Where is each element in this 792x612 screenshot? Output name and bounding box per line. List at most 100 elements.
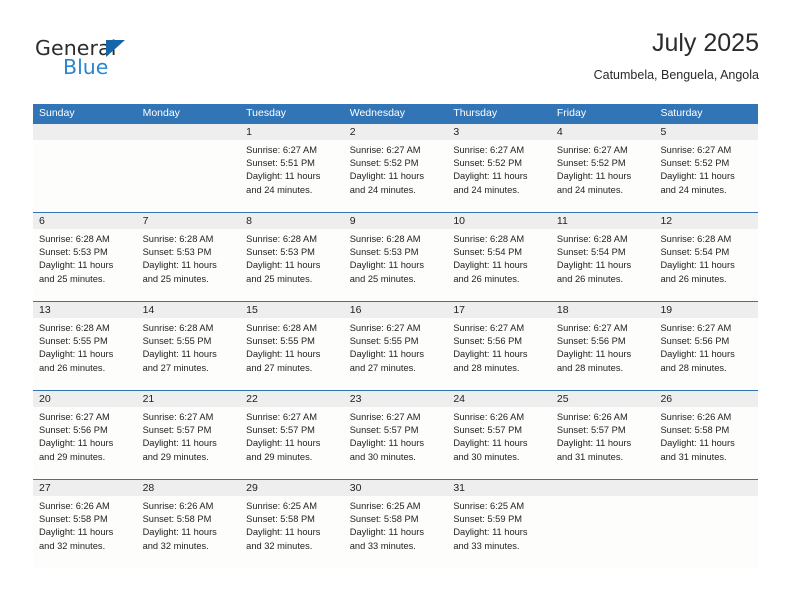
day-number: 17 [453, 304, 465, 316]
daylight-text-line2: and 30 minutes. [453, 451, 520, 462]
sunrise-text: Sunrise: 6:28 AM [246, 234, 317, 244]
sunrise-text: Sunrise: 6:28 AM [660, 234, 732, 244]
sunrise-text: Sunrise: 6:27 AM [349, 145, 421, 155]
daylight-text-line2: and 33 minutes. [349, 540, 416, 551]
sunrise-text: Sunrise: 6:28 AM [142, 323, 214, 333]
day-cell[interactable]: Sunrise: 6:28 AM Sunset: 5:54 PM Dayligh… [551, 229, 655, 301]
day-cell[interactable]: Sunrise: 6:28 AM Sunset: 5:53 PM Dayligh… [344, 229, 448, 301]
day-cell[interactable]: Sunrise: 6:27 AM Sunset: 5:52 PM Dayligh… [654, 140, 758, 212]
day-cell[interactable]: Sunrise: 6:27 AM Sunset: 5:51 PM Dayligh… [240, 140, 344, 212]
triangle-logo-icon [106, 40, 125, 57]
daylight-text-line2: and 25 minutes. [142, 273, 209, 284]
daylight-text-line2: and 25 minutes. [246, 273, 313, 284]
day-info-band: Sunrise: 6:28 AM Sunset: 5:53 PM Dayligh… [33, 229, 758, 301]
sunrise-text: Sunrise: 6:27 AM [142, 412, 214, 422]
day-number [551, 480, 655, 496]
daylight-text-line1: Daylight: 11 hours [246, 171, 321, 182]
daylight-text-line2: and 26 minutes. [660, 273, 727, 284]
day-cell[interactable]: Sunrise: 6:28 AM Sunset: 5:55 PM Dayligh… [240, 318, 344, 390]
day-cell[interactable]: Sunrise: 6:25 AM Sunset: 5:58 PM Dayligh… [240, 496, 344, 568]
sunrise-text: Sunrise: 6:27 AM [246, 412, 317, 422]
sunrise-text: Sunrise: 6:28 AM [453, 234, 525, 244]
day-cell[interactable]: Sunrise: 6:27 AM Sunset: 5:56 PM Dayligh… [551, 318, 655, 390]
day-cell[interactable]: Sunrise: 6:27 AM Sunset: 5:55 PM Dayligh… [344, 318, 448, 390]
brand-name-blue: Blue [63, 55, 109, 79]
day-cell[interactable]: Sunrise: 6:25 AM Sunset: 5:58 PM Dayligh… [344, 496, 448, 568]
sunset-text: Sunset: 5:52 PM [453, 158, 523, 169]
daylight-text-line2: and 27 minutes. [142, 362, 209, 373]
sunrise-text: Sunrise: 6:27 AM [660, 323, 732, 333]
day-cell[interactable]: Sunrise: 6:28 AM Sunset: 5:53 PM Dayligh… [33, 229, 137, 301]
sunset-text: Sunset: 5:57 PM [142, 425, 212, 436]
week-row: 1 2 3 4 5 Sunrise: 6:27 AM Sunset: 5:51 … [33, 123, 758, 212]
daylight-text-line2: and 27 minutes. [349, 362, 416, 373]
sunset-text: Sunset: 5:54 PM [660, 247, 730, 258]
day-cell[interactable] [551, 496, 655, 568]
daylight-text-line1: Daylight: 11 hours [142, 527, 217, 538]
day-number: 27 [39, 482, 51, 494]
day-cell[interactable]: Sunrise: 6:26 AM Sunset: 5:57 PM Dayligh… [551, 407, 655, 479]
day-cell[interactable]: Sunrise: 6:28 AM Sunset: 5:54 PM Dayligh… [447, 229, 551, 301]
daylight-text-line1: Daylight: 11 hours [39, 438, 114, 449]
daylight-text-line1: Daylight: 11 hours [453, 527, 528, 538]
day-cell[interactable]: Sunrise: 6:27 AM Sunset: 5:52 PM Dayligh… [344, 140, 448, 212]
day-cell[interactable]: Sunrise: 6:27 AM Sunset: 5:57 PM Dayligh… [137, 407, 241, 479]
day-cell[interactable]: Sunrise: 6:28 AM Sunset: 5:53 PM Dayligh… [240, 229, 344, 301]
daylight-text-line1: Daylight: 11 hours [349, 349, 424, 360]
day-cell[interactable]: Sunrise: 6:27 AM Sunset: 5:56 PM Dayligh… [654, 318, 758, 390]
day-cell[interactable]: Sunrise: 6:27 AM Sunset: 5:57 PM Dayligh… [344, 407, 448, 479]
daylight-text-line1: Daylight: 11 hours [556, 349, 632, 360]
daylight-text-line1: Daylight: 11 hours [39, 527, 114, 538]
brand-logo[interactable]: General Blue [35, 38, 215, 88]
sunset-text: Sunset: 5:51 PM [246, 158, 315, 169]
day-number: 13 [39, 304, 51, 316]
page-title: July 2025 [651, 29, 759, 57]
day-cell[interactable]: Sunrise: 6:28 AM Sunset: 5:54 PM Dayligh… [654, 229, 758, 301]
daylight-text-line1: Daylight: 11 hours [556, 438, 632, 449]
day-cell[interactable] [33, 140, 137, 212]
day-info-band: Sunrise: 6:26 AM Sunset: 5:58 PM Dayligh… [33, 496, 758, 568]
day-cell[interactable]: Sunrise: 6:28 AM Sunset: 5:53 PM Dayligh… [137, 229, 241, 301]
daylight-text-line1: Daylight: 11 hours [39, 260, 114, 271]
day-number: 6 [39, 215, 45, 227]
day-number: 20 [39, 393, 51, 405]
day-cell[interactable]: Sunrise: 6:27 AM Sunset: 5:52 PM Dayligh… [551, 140, 655, 212]
day-cell[interactable]: Sunrise: 6:27 AM Sunset: 5:56 PM Dayligh… [33, 407, 137, 479]
day-cell[interactable]: Sunrise: 6:26 AM Sunset: 5:58 PM Dayligh… [654, 407, 758, 479]
daylight-text-line1: Daylight: 11 hours [453, 260, 528, 271]
page-header: General Blue July 2025 Catumbela, Bengue… [33, 29, 759, 96]
sunrise-text: Sunrise: 6:27 AM [556, 145, 628, 155]
day-cell[interactable]: Sunrise: 6:28 AM Sunset: 5:55 PM Dayligh… [33, 318, 137, 390]
day-number: 28 [142, 482, 155, 494]
weekday-header-monday: Monday [142, 107, 180, 119]
sunrise-text: Sunrise: 6:27 AM [453, 145, 525, 155]
daylight-text-line2: and 28 minutes. [556, 362, 624, 373]
day-cell[interactable] [654, 496, 758, 568]
day-cell[interactable] [137, 140, 241, 212]
day-cell[interactable]: Sunrise: 6:27 AM Sunset: 5:52 PM Dayligh… [447, 140, 551, 212]
sunset-text: Sunset: 5:58 PM [39, 514, 108, 525]
daylight-text-line1: Daylight: 11 hours [349, 260, 424, 271]
daylight-text-line1: Daylight: 11 hours [660, 349, 735, 360]
day-number: 2 [349, 126, 356, 138]
day-number-band: 27 28 29 30 31 [33, 480, 758, 496]
day-cell[interactable]: Sunrise: 6:28 AM Sunset: 5:55 PM Dayligh… [137, 318, 241, 390]
day-number-band: 20 21 22 23 24 25 26 [33, 391, 758, 407]
day-cell[interactable]: Sunrise: 6:27 AM Sunset: 5:57 PM Dayligh… [240, 407, 344, 479]
sunset-text: Sunset: 5:57 PM [556, 425, 626, 436]
day-number: 21 [142, 393, 155, 405]
sunset-text: Sunset: 5:55 PM [246, 336, 315, 347]
day-cell[interactable]: Sunrise: 6:26 AM Sunset: 5:58 PM Dayligh… [33, 496, 137, 568]
day-cell[interactable]: Sunrise: 6:25 AM Sunset: 5:59 PM Dayligh… [447, 496, 551, 568]
day-number: 3 [453, 126, 460, 138]
week-row: 27 28 29 30 31 Sunrise: 6:26 AM Sunset: … [33, 479, 758, 568]
sunset-text: Sunset: 5:54 PM [453, 247, 523, 258]
sunset-text: Sunset: 5:56 PM [556, 336, 626, 347]
day-number [654, 480, 758, 496]
sunset-text: Sunset: 5:58 PM [660, 425, 730, 436]
day-number-band: 13 14 15 16 17 18 19 [33, 302, 758, 318]
sunset-text: Sunset: 5:57 PM [246, 425, 315, 436]
day-cell[interactable]: Sunrise: 6:26 AM Sunset: 5:57 PM Dayligh… [447, 407, 551, 479]
day-cell[interactable]: Sunrise: 6:26 AM Sunset: 5:58 PM Dayligh… [137, 496, 241, 568]
day-cell[interactable]: Sunrise: 6:27 AM Sunset: 5:56 PM Dayligh… [447, 318, 551, 390]
